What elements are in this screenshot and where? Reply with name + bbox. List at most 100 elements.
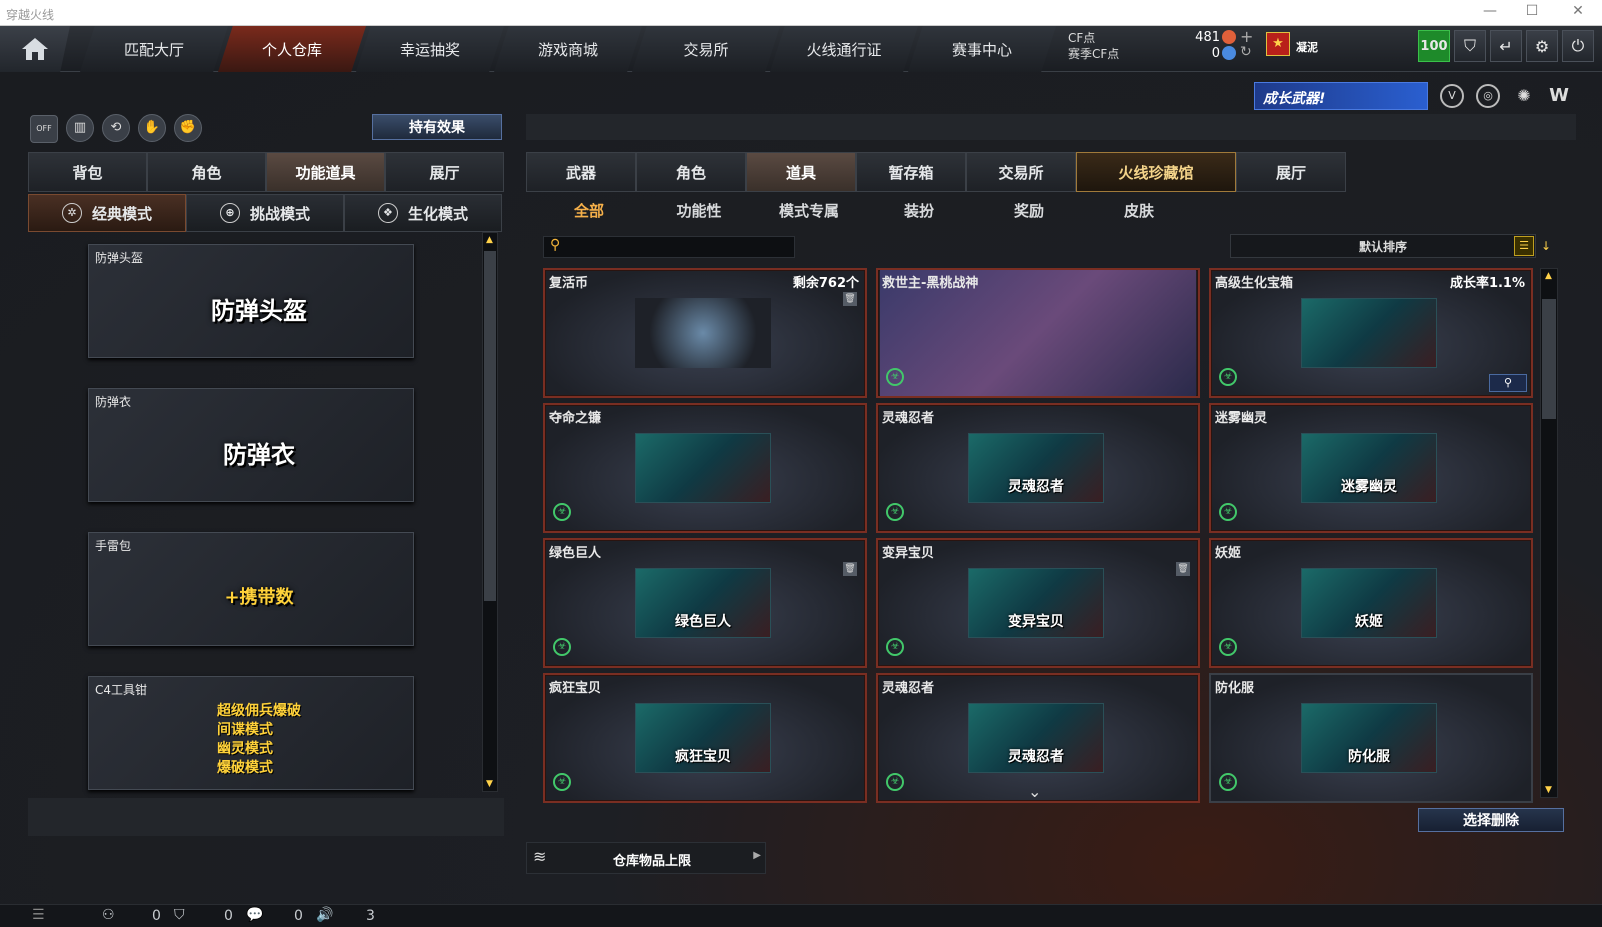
left-tab-2[interactable]: 功能道具 <box>266 152 385 192</box>
trash-icon[interactable]: 🗑 <box>843 292 857 306</box>
minimize-icon[interactable]: — <box>1480 3 1500 19</box>
card-art-line: 幽灵模式 <box>217 741 273 757</box>
item-card[interactable]: 妖姬 妖姬 ☣ <box>1209 538 1533 668</box>
item-card[interactable]: 救世主-黑桃战神 ☣ <box>876 268 1200 398</box>
left-tab-3[interactable]: 展厅 <box>385 152 504 192</box>
item-card[interactable]: 绿色巨人 绿色巨人 ☣ 🗑 <box>543 538 867 668</box>
level-badge[interactable]: 100 <box>1418 30 1450 62</box>
item-card[interactable]: 迷雾幽灵 迷雾幽灵 ☣ <box>1209 403 1533 533</box>
left-scrollbar[interactable]: ▲ ▼ <box>482 232 498 792</box>
holding-effect-button[interactable]: 持有效果 <box>372 114 502 140</box>
subtab-5[interactable]: 皮肤 <box>1084 196 1194 224</box>
window-titlebar: 穿越火线 — ☐ ✕ <box>0 0 1602 26</box>
friends-count: 0 <box>152 908 161 924</box>
refresh-icon[interactable]: ↻ <box>1240 44 1252 60</box>
left-tab-1[interactable]: 角色 <box>147 152 266 192</box>
search-box[interactable]: ⚲ <box>543 236 795 258</box>
close-icon[interactable]: ✕ <box>1568 3 1588 19</box>
item-image: 绿色巨人 <box>635 568 771 638</box>
left-item-card[interactable]: 手雷包 +携带数 <box>88 532 414 646</box>
wing-icon[interactable]: W <box>1546 84 1572 108</box>
left-item-card[interactable]: 防弹头盔 防弹头盔 <box>88 244 414 358</box>
glove-icon[interactable]: ✊ <box>174 114 202 142</box>
nav-tab-2[interactable]: 幸运抽奖 <box>356 26 504 72</box>
subtab-0[interactable]: 全部 <box>534 196 644 224</box>
growth-weapon-banner[interactable]: 成长武器! <box>1254 82 1428 110</box>
history-icon[interactable]: ⟲ <box>102 114 130 142</box>
right-scrollbar[interactable]: ▲ ▼ <box>1540 268 1558 798</box>
right-tab-5[interactable]: 火线珍藏馆 <box>1076 152 1236 192</box>
return-icon[interactable]: ↵ <box>1490 30 1522 62</box>
home-button[interactable] <box>0 26 70 72</box>
power-icon[interactable]: ⏻ <box>1562 30 1594 62</box>
subtab-1[interactable]: 功能性 <box>644 196 754 224</box>
dragon-icon[interactable]: ✺ <box>1512 84 1536 108</box>
right-tab-4[interactable]: 交易所 <box>966 152 1076 192</box>
right-scroll-thumb[interactable] <box>1542 299 1556 419</box>
gear-icon[interactable]: ⚙ <box>1526 30 1558 62</box>
right-tab-0[interactable]: 武器 <box>526 152 636 192</box>
trash-icon[interactable]: 🗑 <box>843 562 857 576</box>
left-item-card[interactable]: 防弹衣 防弹衣 <box>88 388 414 502</box>
left-tab-0[interactable]: 背包 <box>28 152 147 192</box>
speaker-icon[interactable]: 🔊 <box>316 907 333 923</box>
maximize-icon[interactable]: ☐ <box>1522 3 1542 19</box>
storage-limit-bar[interactable]: ≋ 仓库物品上限 ▶ <box>526 842 766 874</box>
nav-tab-6[interactable]: 赛事中心 <box>908 26 1056 72</box>
rank-badge-icon[interactable]: ★ <box>1266 32 1290 56</box>
right-tab-2[interactable]: 道具 <box>746 152 856 192</box>
chat-icon[interactable]: 💬 <box>246 907 263 923</box>
shield-icon[interactable]: ⛉ <box>1454 30 1486 62</box>
item-card[interactable]: 防化服 防化服 ☣ <box>1209 673 1533 803</box>
arrow-right-icon[interactable]: ▶ <box>753 850 761 861</box>
item-card[interactable]: 灵魂忍者 灵魂忍者 ☣ ⌄ <box>876 673 1200 803</box>
item-card[interactable]: 复活币 剩余762个 🗑 <box>543 268 867 398</box>
podium-icon[interactable]: ▥ <box>66 114 94 142</box>
status-bar: ☰ ⚇ 0 ⛉ 0 💬 0 🔊 3 <box>0 904 1602 927</box>
card-art: 防弹衣 <box>149 411 369 493</box>
clan-shield-icon[interactable]: ⛉ <box>174 907 185 923</box>
toggle-off-icon[interactable]: OFF <box>30 115 58 143</box>
trash-icon[interactable]: 🗑 <box>1176 562 1190 576</box>
zoom-icon[interactable]: ⚲ <box>1489 374 1527 392</box>
scroll-down-icon[interactable]: ▼ <box>1545 785 1552 795</box>
scroll-up-icon[interactable]: ▲ <box>486 235 493 245</box>
subtab-3[interactable]: 装扮 <box>864 196 974 224</box>
left-icon-row: OFF ▥ ⟲ ✋ ✊ <box>30 114 210 143</box>
item-card[interactable]: 疯狂宝贝 疯狂宝贝 ☣ <box>543 673 867 803</box>
left-item-card[interactable]: C4工具钳 超级佣兵爆破 间谍模式 幽灵模式 爆破模式 <box>88 676 414 790</box>
mode-tab-1[interactable]: ⊕ 挑战模式 <box>186 194 344 232</box>
list-view-icon[interactable]: ☰ <box>1514 236 1534 256</box>
right-tab-3[interactable]: 暂存箱 <box>856 152 966 192</box>
nav-tab-4[interactable]: 交易所 <box>632 26 780 72</box>
item-card[interactable]: 变异宝贝 变异宝贝 ☣ 🗑 <box>876 538 1200 668</box>
hand-icon[interactable]: ✋ <box>138 114 166 142</box>
nav-tab-5[interactable]: 火线通行证 <box>770 26 918 72</box>
sort-dropdown[interactable]: 默认排序 <box>1230 234 1536 258</box>
chevron-down-icon[interactable]: ⌄ <box>1028 782 1041 801</box>
right-tab-1[interactable]: 角色 <box>636 152 746 192</box>
badge-v-icon[interactable]: V <box>1440 84 1464 108</box>
item-image: 灵魂忍者 <box>968 703 1104 773</box>
nav-tab-1[interactable]: 个人仓库 <box>218 26 366 72</box>
item-card[interactable]: 高级生化宝箱 成长率1.1% ☣ ⚲ <box>1209 268 1533 398</box>
sort-direction-icon[interactable]: ↓ <box>1538 236 1554 256</box>
search-input[interactable] <box>570 238 790 256</box>
mode-tab-2[interactable]: ❖ 生化模式 <box>344 194 502 232</box>
scroll-up-icon[interactable]: ▲ <box>1545 271 1552 281</box>
friends-icon[interactable]: ⚇ <box>102 907 115 923</box>
menu-icon[interactable]: ☰ <box>32 907 45 923</box>
nav-tab-0[interactable]: 匹配大厅 <box>80 26 228 72</box>
scroll-down-icon[interactable]: ▼ <box>486 779 493 789</box>
card-art-text: +携带数 <box>224 587 294 608</box>
nav-tab-3[interactable]: 游戏商城 <box>494 26 642 72</box>
select-delete-button[interactable]: 选择删除 <box>1418 808 1564 832</box>
subtab-2[interactable]: 模式专属 <box>754 196 864 224</box>
item-card[interactable]: 夺命之镰 ☣ <box>543 403 867 533</box>
subtab-4[interactable]: 奖励 <box>974 196 1084 224</box>
left-scroll-thumb[interactable] <box>484 251 496 601</box>
globe-icon[interactable]: ◎ <box>1476 84 1500 108</box>
right-tab-6[interactable]: 展厅 <box>1236 152 1346 192</box>
item-card[interactable]: 灵魂忍者 灵魂忍者 ☣ <box>876 403 1200 533</box>
mode-tab-0[interactable]: ✲ 经典模式 <box>28 194 186 232</box>
